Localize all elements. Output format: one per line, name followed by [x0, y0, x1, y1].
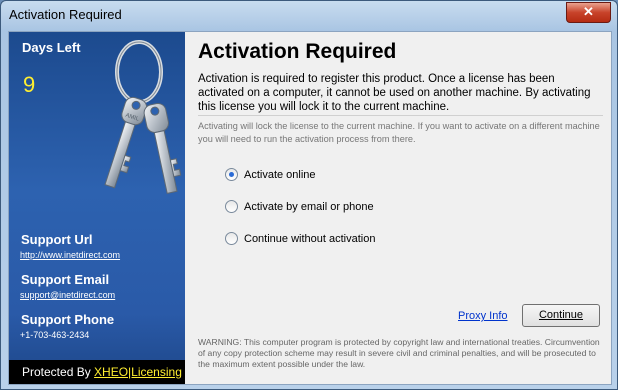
close-button[interactable]: ✕ — [566, 2, 611, 23]
continue-button-label: Continue — [538, 309, 584, 321]
continue-button[interactable]: Continue — [522, 304, 600, 327]
proxy-info-link[interactable]: Proxy Info — [458, 310, 508, 322]
keys-icon: AMIL — [104, 40, 182, 194]
support-url-link[interactable]: http://www.inetdirect.com — [20, 250, 120, 260]
option-activate-online[interactable]: Activate online — [225, 168, 316, 181]
protected-by-banner: Protected By XHEO|Licensing — [9, 360, 185, 384]
title-bar[interactable]: Activation Required ✕ — [1, 1, 617, 31]
radio-continue-without-activation[interactable] — [225, 232, 238, 245]
activation-window: Activation Required ✕ Days Left 9 AMIL S… — [0, 0, 618, 390]
radio-activate-online[interactable] — [225, 168, 238, 181]
days-left-label: Days Left — [22, 40, 81, 55]
window-title: Activation Required — [9, 7, 122, 22]
radio-activate-email-phone[interactable] — [225, 200, 238, 213]
option-continue-without-activation[interactable]: Continue without activation — [225, 232, 375, 245]
support-email-label: Support Email — [21, 272, 110, 287]
days-left-value: 9 — [23, 72, 36, 97]
support-url-label: Support Url — [21, 232, 93, 247]
sidebar-panel: Days Left 9 AMIL Support Url http://www.… — [9, 32, 185, 384]
support-email-link[interactable]: support@inetdirect.com — [20, 290, 115, 300]
support-phone-value: +1-703-463-2434 — [20, 330, 90, 340]
support-phone-label: Support Phone — [21, 312, 115, 327]
activation-sub-description: Activating will lock the license to the … — [198, 121, 600, 144]
page-title: Activation Required — [198, 40, 397, 63]
xheo-licensing-link[interactable]: XHEO|Licensing — [94, 365, 182, 379]
option-label: Continue without activation — [244, 232, 376, 245]
option-label: Activate online — [244, 168, 316, 181]
option-activate-email-phone[interactable]: Activate by email or phone — [225, 200, 374, 213]
divider — [198, 115, 603, 116]
dialog-client-area: Days Left 9 AMIL Support Url http://www.… — [8, 31, 612, 385]
main-panel: Activation Required Activation is requir… — [185, 32, 611, 384]
protected-by-label: Protected By — [22, 365, 91, 379]
option-label: Activate by email or phone — [244, 200, 374, 213]
activation-description: Activation is required to register this … — [198, 73, 591, 113]
copyright-warning: WARNING: This computer program is protec… — [198, 337, 600, 369]
